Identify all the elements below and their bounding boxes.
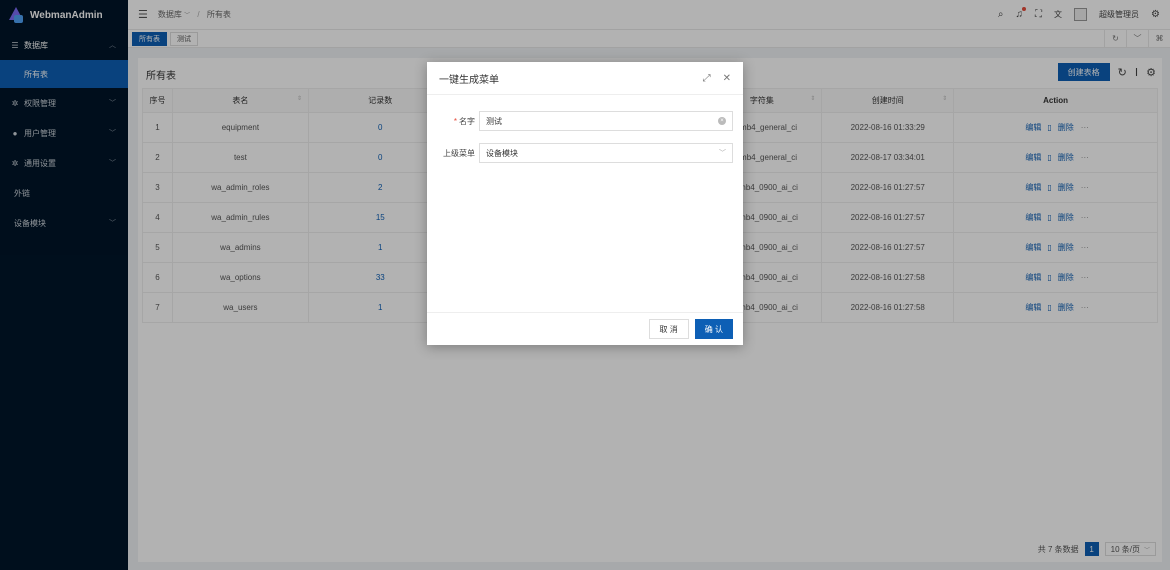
parent-menu-label: 上级菜单	[443, 148, 475, 158]
parent-menu-select[interactable]: 设备模块 ﹀	[479, 143, 733, 163]
maximize-icon[interactable]: ⤢	[703, 73, 711, 84]
parent-menu-value: 设备模块	[486, 148, 518, 158]
dialog-title: 一键生成菜单	[439, 74, 499, 86]
close-icon[interactable]: ✕	[723, 73, 731, 84]
required-mark: *	[453, 116, 457, 126]
generate-menu-dialog: 一键生成菜单 ⤢ ✕ * 名字 测试 × 上级菜单 设备模块 ﹀ 取 消 确 认	[427, 62, 743, 345]
name-field-row: * 名字 测试 ×	[427, 111, 743, 131]
cancel-button[interactable]: 取 消	[648, 319, 689, 339]
name-input[interactable]: 测试 ×	[479, 111, 733, 131]
parent-menu-field-row: 上级菜单 设备模块 ﹀	[427, 143, 743, 163]
name-input-value: 测试	[486, 116, 502, 126]
dialog-footer: 取 消 确 认	[427, 312, 743, 345]
chevron-down-icon: ﹀	[719, 150, 726, 157]
name-label: * 名字	[453, 116, 475, 126]
clear-icon[interactable]: ×	[718, 117, 726, 125]
confirm-button[interactable]: 确 认	[694, 319, 733, 339]
dialog-header: 一键生成菜单 ⤢ ✕	[427, 62, 743, 95]
